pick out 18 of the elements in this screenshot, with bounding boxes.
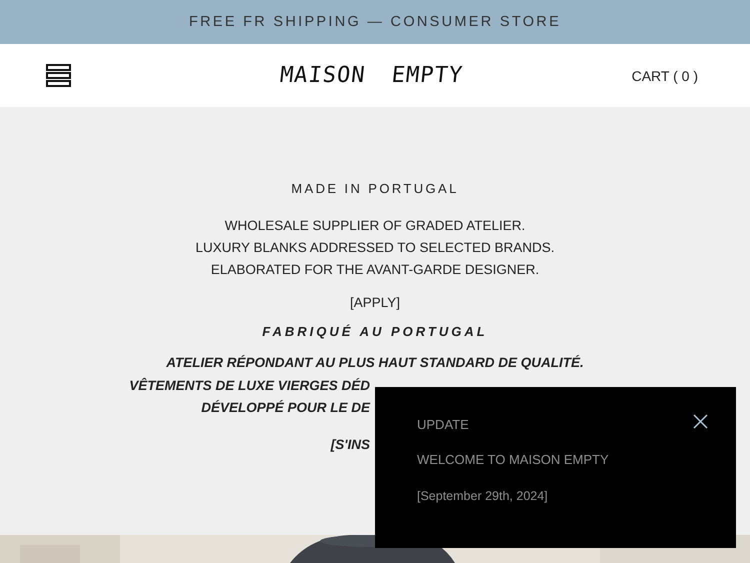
- section-heading: MADE IN PORTUGAL: [291, 181, 459, 196]
- intro-line: ATELIER RÉPONDANT AU PLUS HAUT STANDARD DE QUALITÉ.: [166, 354, 584, 372]
- announcement-text: FREE FR SHIPPING — CONSUMER STORE: [188, 14, 562, 30]
- popup-title: UPDATE: [417, 417, 469, 433]
- section-heading: FABRIQUÉ AU PORTUGAL: [262, 324, 488, 339]
- intro-line: DÉVELOPPÉ POUR LE DE: [201, 399, 370, 417]
- logo[interactable]: MAISON EMPTY: [278, 63, 464, 88]
- intro-line: ELABORATED FOR THE AVANT-GARDE DESIGNER.: [210, 261, 540, 279]
- signup-link[interactable]: [S'INS: [330, 434, 370, 456]
- close-icon[interactable]: [693, 414, 708, 429]
- menu-icon[interactable]: [46, 64, 71, 87]
- intro-line: VÊTEMENTS DE LUXE VIERGES DÉD: [129, 376, 370, 394]
- cart-link[interactable]: CART ( 0 ): [632, 68, 698, 84]
- apply-link[interactable]: [APPLY]: [350, 295, 400, 310]
- popup-date: [September 29th, 2024]: [417, 488, 548, 504]
- intro-line: LUXURY BLANKS ADDRESSED TO SELECTED BRANDS.: [195, 239, 555, 257]
- intro-line: WHOLESALE SUPPLIER OF GRADED ATELIER.: [224, 217, 526, 235]
- popup-message: WELCOME TO MAISON EMPTY: [417, 452, 609, 468]
